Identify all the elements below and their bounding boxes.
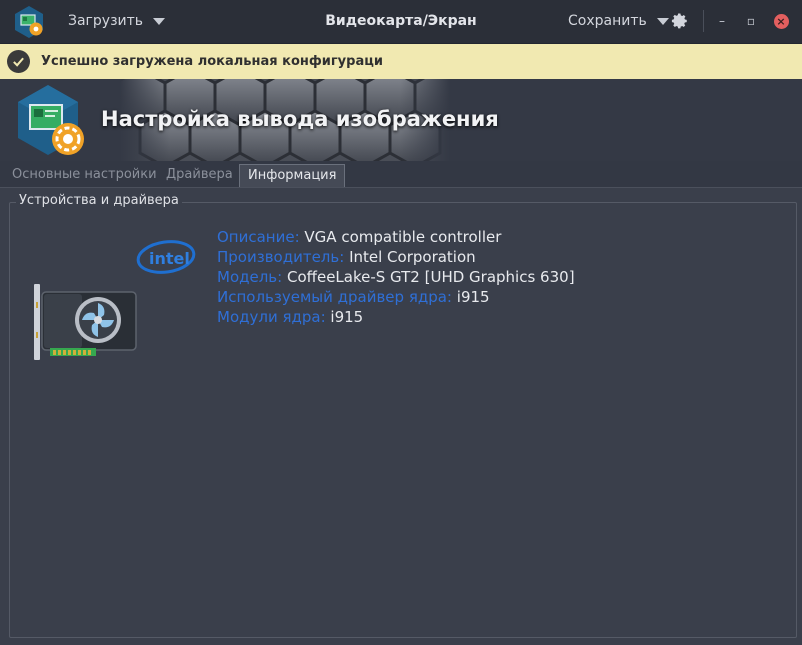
intel-logo-icon: intel [136,240,196,274]
checkmark-icon [13,57,24,67]
page-title: Настройка вывода изображения [101,107,499,131]
load-menu-button[interactable]: Загрузить [68,13,166,29]
info-label: Модель: [217,268,283,286]
notification-message: Успешно загружена локальная конфигураци [41,54,383,69]
info-value: CoffeeLake-S GT2 [UHD Graphics 630] [286,268,575,286]
chevron-down-icon [153,17,166,25]
info-row-model: Модель: CoffeeLake-S GT2 [UHD Graphics 6… [217,267,575,287]
info-row-kernel-modules: Модули ядра: i915 [217,307,575,327]
title-separator [703,10,704,32]
minimize-button[interactable]: – [713,12,731,30]
tab-basic-settings[interactable]: Основные настройки [12,167,157,182]
tab-bar: Основные настройки Драйвера Информация [0,161,802,188]
info-value: i915 [456,288,490,306]
close-button[interactable]: × [772,12,790,30]
info-value: Intel Corporation [349,248,476,266]
tab-drivers[interactable]: Драйвера [166,167,233,182]
app-icon[interactable] [12,5,46,39]
close-icon: × [773,13,789,29]
info-label: Описание: [217,228,300,246]
info-label: Модули ядра: [217,308,326,326]
load-label: Загрузить [68,13,144,29]
save-label: Сохранить [568,13,647,29]
info-row-description: Описание: VGA compatible controller [217,227,575,247]
graphics-card-icon [34,284,137,360]
maximize-button[interactable]: ▫ [742,12,760,30]
notification-bar: Успешно загружена локальная конфигураци [0,44,802,79]
minimize-icon: – [719,14,725,28]
group-title: Устройства и драйвера [16,193,182,208]
check-circle-icon [7,50,30,73]
chevron-down-icon [656,17,669,25]
save-menu-button[interactable]: Сохранить [568,13,669,29]
tab-information[interactable]: Информация [239,164,346,187]
close-glyph: × [776,14,786,28]
display-settings-icon [18,85,84,155]
info-row-vendor: Производитель: Intel Corporation [217,247,575,267]
info-value: i915 [330,308,364,326]
title-bar: Загрузить Видеокарта/Экран Сохранить – ▫… [0,0,802,44]
info-label: Производитель: [217,248,345,266]
maximize-icon: ▫ [746,14,756,28]
info-value: VGA compatible controller [304,228,502,246]
gear-icon[interactable] [671,12,689,30]
header-banner: Настройка вывода изображения [0,79,802,161]
device-info-list: Описание: VGA compatible controller Прои… [217,227,575,327]
intel-logo-text: intel [149,249,190,268]
info-row-kernel-driver: Используемый драйвер ядра: i915 [217,287,575,307]
info-label: Используемый драйвер ядра: [217,288,452,306]
